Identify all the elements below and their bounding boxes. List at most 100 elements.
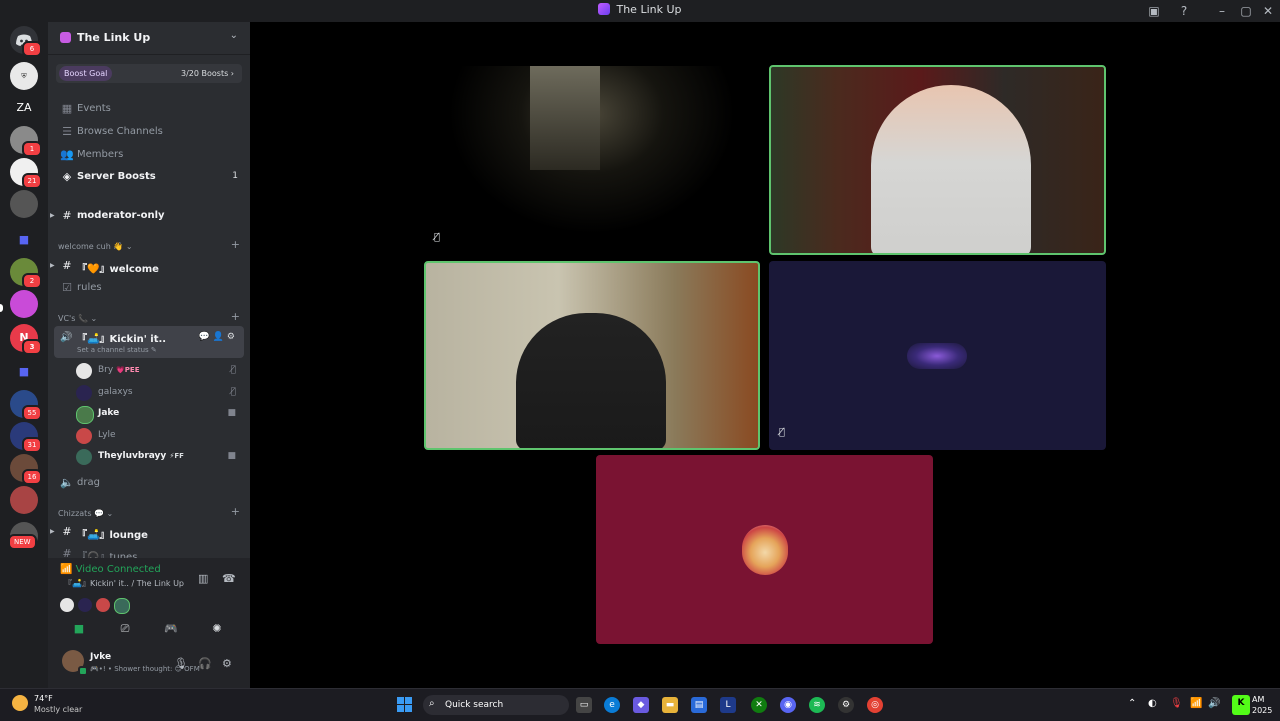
- server-14-icon[interactable]: 16: [10, 454, 42, 485]
- add-channel-icon[interactable]: +: [231, 238, 240, 251]
- folder-icon-2[interactable]: ■: [10, 358, 38, 386]
- video-tile-galaxys[interactable]: 🎙̸: [769, 261, 1106, 450]
- voice-channel-kickin-it[interactable]: 🔊 『🛋️』Kickin' it.. Set a channel status …: [54, 326, 244, 358]
- add-channel-icon[interactable]: +: [231, 505, 240, 518]
- close-button[interactable]: ✕: [1260, 3, 1276, 19]
- video-icon: ■: [227, 408, 236, 418]
- username: Jvke: [90, 652, 112, 662]
- server-name: The Link Up: [77, 31, 151, 44]
- discord-taskbar-icon[interactable]: ◉: [780, 697, 796, 713]
- boost-goal-bar[interactable]: Boost Goal 3/20 Boosts ›: [56, 64, 242, 83]
- headphones-icon[interactable]: 🎧: [198, 657, 212, 670]
- chrome-icon[interactable]: ◎: [867, 697, 883, 713]
- tray-mic-icon[interactable]: 🎙: [1170, 698, 1183, 709]
- server-6-icon[interactable]: [10, 190, 38, 218]
- tray-app-icon[interactable]: ◐: [1148, 698, 1157, 709]
- server-fortis-icon[interactable]: ⛨: [10, 62, 38, 90]
- category-welcome[interactable]: welcome cuh 👋 ⌄: [58, 242, 133, 251]
- avatar: [78, 598, 92, 612]
- unread-arrow-icon: ▶: [50, 212, 55, 219]
- volume-icon[interactable]: 🔊: [1208, 698, 1220, 709]
- camera-button[interactable]: ■: [58, 618, 100, 640]
- video-feed: [530, 66, 600, 170]
- channel-moderator-only[interactable]: ▶ # moderator-only: [50, 206, 244, 226]
- soundboard-button[interactable]: ✺: [196, 618, 238, 640]
- microphone-icon[interactable]: 🎙: [174, 657, 188, 670]
- wifi-icon[interactable]: 📶: [1190, 698, 1202, 709]
- start-button[interactable]: [397, 697, 413, 713]
- search-icon: ⌕: [429, 698, 435, 709]
- server-za-icon[interactable]: ZA: [10, 94, 38, 122]
- voice-location[interactable]: 『🛋️』Kickin' it.. / The Link Up: [64, 578, 184, 589]
- voice-member[interactable]: galaxys 🎙̸: [76, 383, 244, 403]
- boost-goal-label: Boost Goal: [59, 66, 113, 81]
- server-5-icon[interactable]: 21: [10, 158, 42, 189]
- server-4-icon[interactable]: 1: [10, 126, 42, 157]
- system-clock[interactable]: AM 2025: [1252, 694, 1272, 716]
- disconnect-icon[interactable]: ☎: [222, 572, 236, 585]
- channel-lounge[interactable]: ▶ # 『🛋️』lounge: [50, 522, 244, 542]
- channel-welcome[interactable]: ▶ # 『🧡』welcome: [50, 256, 244, 276]
- server-13-icon[interactable]: 31: [10, 422, 42, 453]
- server-15-icon[interactable]: [10, 486, 38, 514]
- video-tile-theyluvbrayy[interactable]: [424, 261, 760, 450]
- taskbar-search[interactable]: ⌕ Quick search: [423, 695, 569, 715]
- muted-icon: 🎙̸: [434, 232, 441, 243]
- voice-member[interactable]: Lyle: [76, 426, 244, 446]
- unread-pip: [0, 304, 3, 312]
- voice-channel-drag[interactable]: 🔈 drag: [56, 473, 244, 493]
- channel-status[interactable]: Set a channel status ✎: [77, 346, 157, 354]
- discord-home-icon[interactable]: 6: [10, 26, 42, 57]
- boost-count: 3/20 Boosts ›: [181, 69, 234, 78]
- channels-list-icon: ☰: [62, 125, 72, 138]
- edge-icon[interactable]: e: [604, 697, 620, 713]
- tray-overflow-icon[interactable]: ⌃: [1128, 698, 1136, 709]
- inbox-icon[interactable]: ▣: [1146, 3, 1162, 19]
- noise-suppression-icon[interactable]: ▥: [198, 572, 208, 585]
- xbox-icon[interactable]: ✕: [751, 697, 767, 713]
- server-16-icon[interactable]: NEW: [8, 522, 38, 550]
- kick-icon[interactable]: K: [1232, 695, 1250, 715]
- online-status-icon: [78, 666, 88, 676]
- minimize-button[interactable]: –: [1214, 3, 1230, 19]
- voice-member[interactable]: Jake ■: [76, 404, 244, 424]
- video-tile-jake[interactable]: [769, 65, 1106, 255]
- nav-server-boosts[interactable]: ◈ Server Boosts 1: [56, 167, 244, 187]
- temperature[interactable]: 74°F: [34, 694, 53, 703]
- nav-browse-channels[interactable]: ☰ Browse Channels: [56, 122, 244, 142]
- voice-member[interactable]: Theyluvbrayy ⚡FF ■: [76, 447, 244, 467]
- launcher-l-icon[interactable]: L: [720, 697, 736, 713]
- copilot-icon[interactable]: ◆: [633, 697, 649, 713]
- server-12-icon[interactable]: 55: [10, 390, 42, 421]
- add-channel-icon[interactable]: +: [231, 310, 240, 323]
- settings-gear-icon[interactable]: ⚙: [222, 657, 232, 670]
- task-view-icon[interactable]: ▭: [576, 697, 592, 713]
- activities-button[interactable]: 🎮: [150, 618, 192, 640]
- screen-share-button[interactable]: ⎚: [104, 618, 146, 640]
- server-9-icon[interactable]: [10, 290, 38, 318]
- video-tile-lyle[interactable]: [596, 455, 933, 644]
- steam-icon[interactable]: ⚙: [838, 697, 854, 713]
- avatar: [76, 406, 94, 424]
- nav-events[interactable]: ▦ Events: [56, 99, 244, 119]
- video-tile-bry[interactable]: 🎙̸: [424, 66, 760, 255]
- store-icon[interactable]: ▤: [691, 697, 707, 713]
- help-icon[interactable]: ?: [1176, 3, 1192, 19]
- category-vcs[interactable]: VC's 📞 ⌄: [58, 314, 97, 323]
- category-chizzats[interactable]: Chizzats 💬 ⌄: [58, 509, 113, 518]
- nav-members[interactable]: 👥 Members: [56, 145, 244, 165]
- channel-rules[interactable]: ☑ rules: [56, 278, 244, 298]
- avatar: [96, 598, 110, 612]
- spotify-icon[interactable]: ≋: [809, 697, 825, 713]
- voice-channel-actions[interactable]: 💬👤⚙: [199, 332, 238, 342]
- rules-icon: ☑: [62, 281, 72, 294]
- maximize-button[interactable]: ▢: [1238, 3, 1254, 19]
- server-8-icon[interactable]: 2: [10, 258, 42, 289]
- server-header[interactable]: The Link Up ⌄: [48, 22, 250, 55]
- folder-icon[interactable]: ■: [10, 226, 38, 254]
- avatar: [742, 525, 788, 575]
- voice-connection-status: 📶 Video Connected: [60, 564, 161, 575]
- server-n-icon[interactable]: N3: [10, 324, 42, 355]
- voice-member[interactable]: Bry 💗PEE 🎙̸: [76, 361, 244, 381]
- file-explorer-icon[interactable]: ▬: [662, 697, 678, 713]
